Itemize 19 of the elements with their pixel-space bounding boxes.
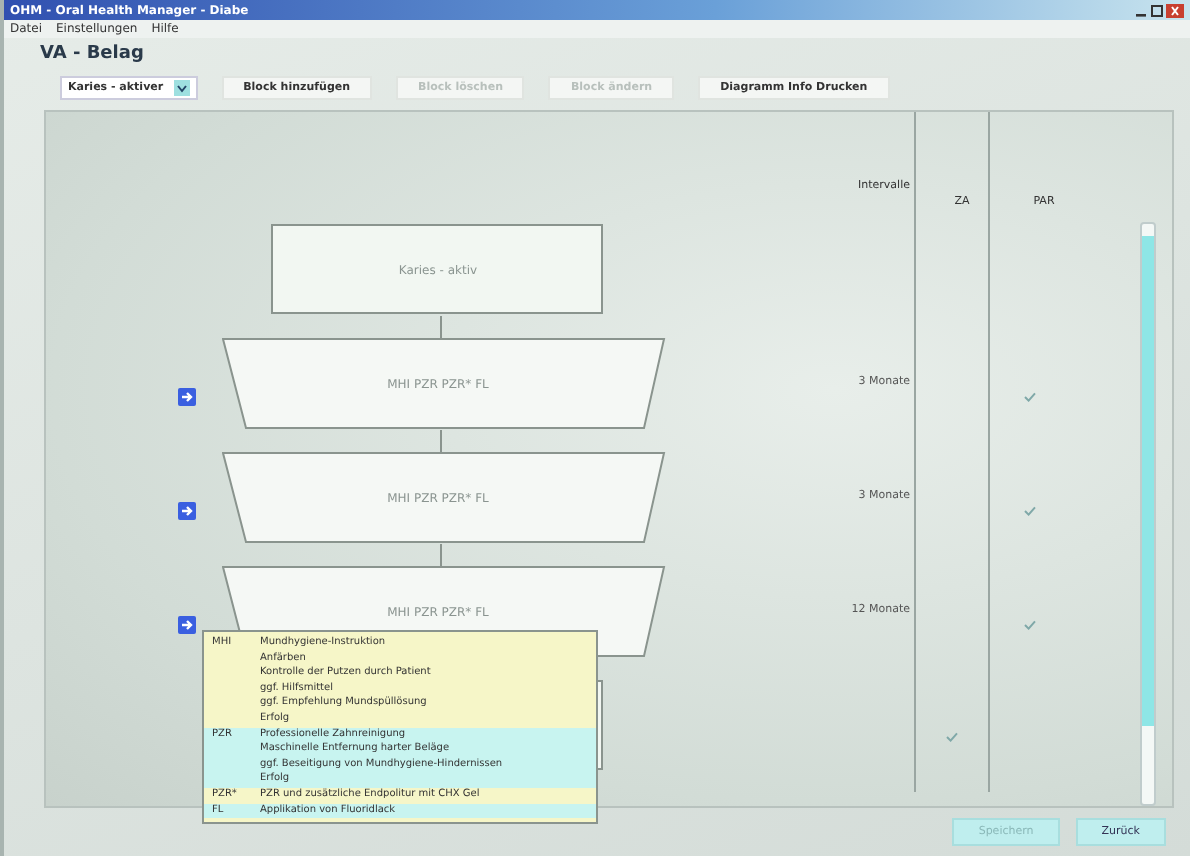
arrow-tile-icon[interactable] [178, 388, 196, 406]
connector-line [438, 430, 444, 454]
dropdown-arrow-icon [173, 80, 190, 96]
arrow-tile-icon[interactable] [178, 502, 196, 520]
page-title: VA - Belag [38, 42, 146, 68]
check-icon[interactable] [946, 732, 958, 742]
process-block[interactable] [271, 224, 603, 314]
scroll-bar[interactable] [1140, 222, 1156, 806]
trapezoid-block[interactable] [222, 452, 666, 543]
connector-line [438, 316, 444, 340]
arrow-tile-icon[interactable] [178, 616, 196, 634]
connector-line [438, 544, 444, 568]
check-icon[interactable] [1024, 391, 1036, 401]
check-icon[interactable] [1024, 505, 1036, 515]
trapezoid-block[interactable] [222, 338, 666, 429]
maximize-icon[interactable] [1150, 3, 1164, 17]
check-icon[interactable] [1024, 619, 1036, 629]
close-icon[interactable] [1166, 3, 1184, 17]
scroll-thumb[interactable] [1142, 236, 1154, 726]
